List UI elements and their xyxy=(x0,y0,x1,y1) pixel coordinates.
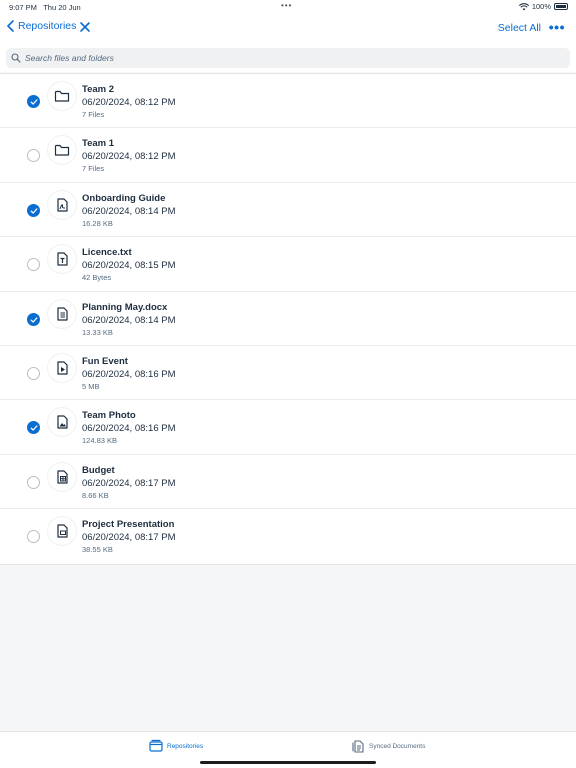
list-item[interactable]: Licence.txt 06/20/2024, 08:15 PM 42 Bytes xyxy=(0,237,576,292)
item-name: Onboarding Guide xyxy=(82,192,166,204)
word-document-icon xyxy=(57,306,68,321)
checkbox-checked-icon[interactable] xyxy=(27,95,40,108)
item-date: 06/20/2024, 08:16 PM xyxy=(82,423,176,435)
search-field[interactable] xyxy=(6,48,570,68)
file-thumbnail xyxy=(48,408,76,437)
status-time: 9:07 PM Thu 20 Jun xyxy=(9,3,81,12)
search-icon xyxy=(11,53,21,63)
item-date: 06/20/2024, 08:17 PM xyxy=(82,477,176,489)
file-thumbnail xyxy=(48,299,76,328)
video-document-icon xyxy=(57,361,68,375)
tab-synced-documents[interactable]: Synced Documents xyxy=(351,739,425,753)
select-all-button[interactable]: Select All xyxy=(498,22,541,34)
file-thumbnail xyxy=(48,462,76,491)
tab-repositories-label: Repositories xyxy=(167,742,204,750)
item-name: Planning May.docx xyxy=(82,301,168,313)
item-size: 5 MB xyxy=(82,381,100,391)
file-thumbnail xyxy=(48,245,76,274)
item-size: 42 Bytes xyxy=(82,273,112,283)
item-name: Team 1 xyxy=(82,138,115,150)
more-options-icon[interactable]: ••• xyxy=(549,19,565,35)
item-date: 06/20/2024, 08:15 PM xyxy=(82,260,176,272)
item-date: 06/20/2024, 08:14 PM xyxy=(82,205,176,217)
checkbox-unchecked-icon[interactable] xyxy=(27,475,40,489)
file-thumbnail xyxy=(48,353,76,382)
multitasking-dots-icon[interactable]: ••• xyxy=(281,1,292,10)
search-input[interactable] xyxy=(25,53,545,63)
close-icon[interactable] xyxy=(79,21,91,33)
presentation-document-icon xyxy=(57,524,68,538)
tab-repositories[interactable]: Repositories xyxy=(149,739,203,753)
navigation-bar: Repositories Select All ••• xyxy=(0,14,576,44)
battery-percent: 100% xyxy=(531,2,551,11)
checkbox-unchecked-icon[interactable] xyxy=(27,530,40,544)
tab-synced-documents-label: Synced Documents xyxy=(369,742,426,750)
file-list: Team 2 06/20/2024, 08:12 PM 7 Files Team 10… xyxy=(0,73,576,565)
text-document-icon xyxy=(57,252,68,266)
back-button[interactable]: Repositories xyxy=(6,20,76,32)
list-item[interactable]: Budget 06/20/2024, 08:17 PM 8.66 KB xyxy=(0,455,576,510)
item-name: Budget xyxy=(82,464,115,476)
item-date: 06/20/2024, 08:12 PM xyxy=(82,151,176,163)
checkbox-checked-icon[interactable] xyxy=(27,312,40,326)
item-size: 124.83 KB xyxy=(82,436,118,446)
item-date: 06/20/2024, 08:16 PM xyxy=(82,368,176,380)
item-name: Fun Event xyxy=(82,355,128,367)
item-name: Team 2 xyxy=(82,84,115,95)
checkbox-checked-icon[interactable] xyxy=(27,421,40,435)
item-size: 38.55 KB xyxy=(82,545,113,555)
tab-bar: Repositories Synced Documents xyxy=(0,731,576,768)
image-document-icon xyxy=(57,415,68,429)
pdf-document-icon xyxy=(57,198,68,212)
file-thumbnail xyxy=(48,517,76,546)
spreadsheet-document-icon xyxy=(57,470,68,484)
folder-icon xyxy=(54,90,70,102)
list-item[interactable]: Planning May.docx 06/20/2024, 08:14 PM 13.… xyxy=(0,292,576,346)
checkbox-unchecked-icon[interactable] xyxy=(27,366,40,380)
list-item[interactable]: Onboarding Guide 06/20/2024, 08:14 PM 16.2… xyxy=(0,183,576,238)
search-bar xyxy=(0,44,576,72)
item-size: 7 Files xyxy=(82,110,105,119)
file-thumbnail xyxy=(48,136,76,165)
checkbox-checked-icon[interactable] xyxy=(27,203,40,217)
status-bar: 9:07 PM Thu 20 Jun ••• 100% xyxy=(0,0,576,14)
item-name: Project Presentation xyxy=(82,519,175,531)
battery-icon xyxy=(554,3,568,10)
folder-icon xyxy=(54,145,70,156)
repositories-icon xyxy=(149,739,163,752)
list-item[interactable]: Team 1 06/20/2024, 08:12 PM 7 Files xyxy=(0,128,576,183)
item-name: Team Photo xyxy=(82,410,136,422)
item-date: 06/20/2024, 08:14 PM xyxy=(82,314,176,326)
file-thumbnail xyxy=(48,82,76,110)
item-name: Licence.txt xyxy=(82,247,132,259)
item-size: 13.33 KB xyxy=(82,327,113,337)
list-item[interactable]: Project Presentation 06/20/2024, 08:17 PM… xyxy=(0,509,576,563)
item-size: 16.28 KB xyxy=(82,218,113,228)
synced-documents-icon xyxy=(352,740,364,753)
checkbox-unchecked-icon[interactable] xyxy=(27,258,40,272)
list-item[interactable]: Team Photo 06/20/2024, 08:16 PM 124.83 KB xyxy=(0,400,576,455)
list-item[interactable]: Fun Event 06/20/2024, 08:16 PM 5 MB xyxy=(0,346,576,401)
chevron-left-icon xyxy=(7,20,14,32)
item-date: 06/20/2024, 08:17 PM xyxy=(82,532,176,544)
status-right: 100% xyxy=(518,2,568,11)
checkbox-unchecked-icon[interactable] xyxy=(27,149,40,163)
item-size: 8.66 KB xyxy=(82,490,109,500)
wifi-icon xyxy=(518,2,529,10)
item-date: 06/20/2024, 08:12 PM xyxy=(82,97,176,108)
list-item[interactable]: Team 2 06/20/2024, 08:12 PM 7 Files xyxy=(0,74,576,129)
home-indicator[interactable] xyxy=(200,761,376,764)
item-size: 7 Files xyxy=(82,164,105,174)
file-thumbnail xyxy=(48,190,76,219)
back-button-label: Repositories xyxy=(18,20,77,32)
